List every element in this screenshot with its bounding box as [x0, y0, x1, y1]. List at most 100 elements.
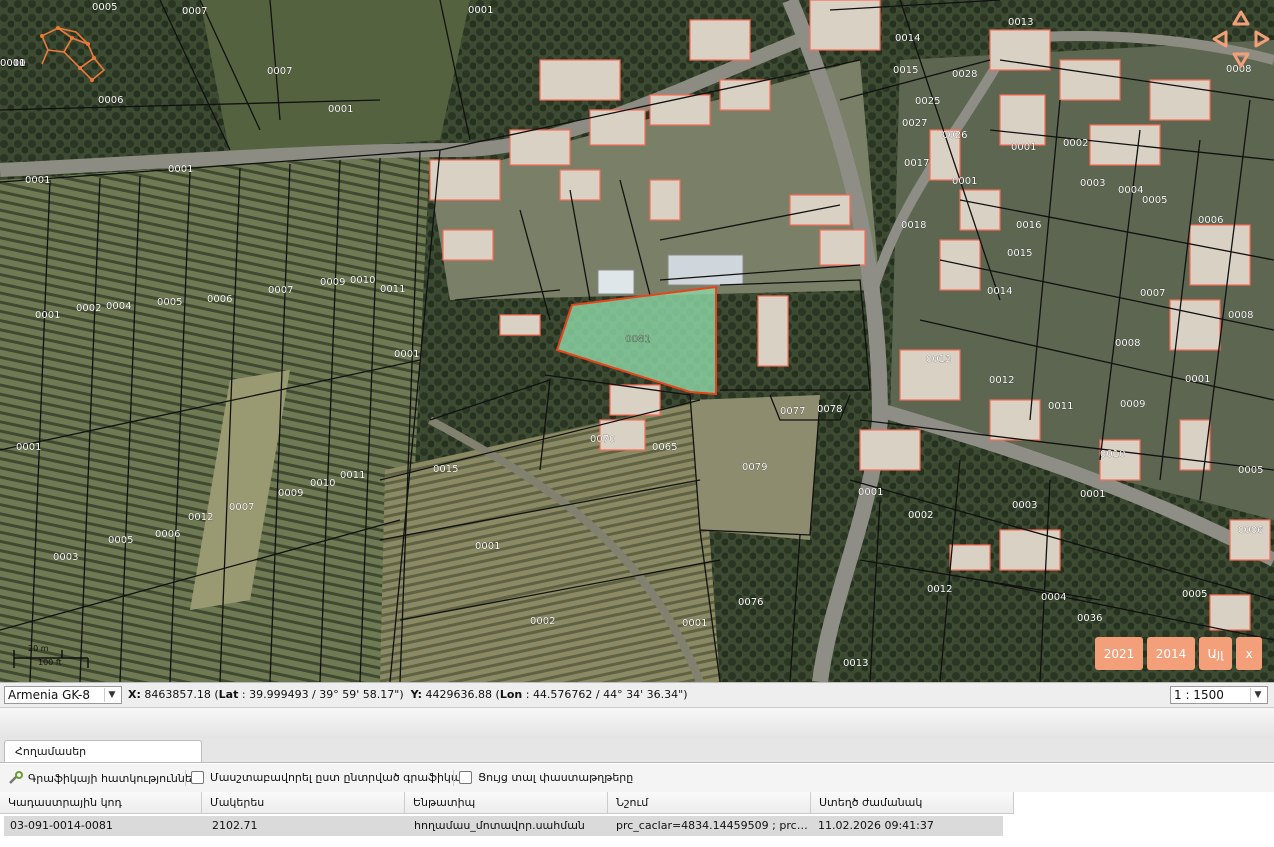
chevron-down-icon: ▼	[104, 688, 119, 702]
pan-arrows-icon[interactable]	[1212, 10, 1270, 68]
parcel-label: 0028	[952, 69, 977, 80]
parcel-label: 0010	[350, 275, 375, 286]
parcel-label: 0012	[989, 375, 1014, 386]
parcel-label: 0001	[394, 349, 419, 360]
parcel-label: 0007	[1140, 288, 1165, 299]
parcel-label: 0070	[590, 434, 615, 445]
wrench-icon	[9, 771, 23, 784]
parcel-label: 0012	[188, 512, 213, 523]
show-documents-checkbox[interactable]	[459, 771, 472, 784]
column-header-area[interactable]: Մակերես	[202, 792, 405, 814]
zoom-to-selected-checkbox[interactable]	[191, 771, 204, 784]
parcel-label: 0015	[1007, 248, 1032, 259]
scale-top-label: 20 m	[28, 644, 49, 653]
parcel-label: 0004	[1041, 592, 1066, 603]
parcel-label: 0001	[0, 58, 25, 69]
scale-select[interactable]: 1 : 1500 ▼	[1170, 686, 1268, 704]
parcel-label: 0006	[1198, 215, 1223, 226]
parcel-label: 0008	[1115, 338, 1140, 349]
tab-parcels[interactable]: Հողամասեր	[4, 740, 202, 762]
parcel-label: 0008	[1228, 310, 1253, 321]
parcels-table: Կադաստրային կոդ Մակերես Ենթատիպ Նշում Ստ…	[0, 792, 1274, 847]
parcel-label: 0006	[1238, 525, 1263, 536]
cell-area: 2102.71	[212, 819, 258, 832]
parcel-label: 0018	[901, 220, 926, 231]
year-2014-button[interactable]: 2014	[1147, 637, 1195, 670]
parcel-label: 0001	[328, 104, 353, 115]
parcel-label: 0007	[182, 6, 207, 17]
selected-parcel-label: 0081	[625, 334, 650, 345]
coordinate-readout: X: 8463857.18 (Lat : 39.999493 / 39° 59'…	[128, 688, 688, 701]
parcel-label: 0001	[682, 618, 707, 629]
parcel-label: 0003	[1080, 178, 1105, 189]
graphics-properties-label: Գրաֆիկայի հատկություններ	[28, 771, 199, 785]
zoom-to-selected-label: Մասշտաբավորել ըստ ընտրված գրաֆիկայի	[210, 771, 472, 784]
projection-select[interactable]: Armenia GK-8 ▼	[4, 686, 122, 704]
parcel-label: 0010	[310, 478, 335, 489]
parcel-label: 0007	[229, 502, 254, 513]
parcel-label: 0005	[108, 535, 133, 546]
parcel-label: 0001	[858, 487, 883, 498]
other-years-button[interactable]: Այլ	[1199, 637, 1232, 670]
parcel-label: 0065	[652, 442, 677, 453]
parcel-label: 0005	[1238, 465, 1263, 476]
parcel-label: 0005	[157, 297, 182, 308]
parcel-label: 0009	[278, 488, 303, 499]
parcel-label: 0011	[340, 470, 365, 481]
parcel-label: 0001	[168, 164, 193, 175]
status-bar: Armenia GK-8 ▼ X: 8463857.18 (Lat : 39.9…	[0, 682, 1274, 708]
show-documents-toggle[interactable]: Ցույց տալ փաստաթղթերը	[459, 771, 633, 784]
parcel-label: 0001	[468, 5, 493, 16]
parcel-label: 0078	[817, 404, 842, 415]
parcel-label: 0001	[475, 541, 500, 552]
parcel-label: 0025	[915, 96, 940, 107]
year-2021-button[interactable]: 2021	[1095, 637, 1143, 670]
parcel-label: 0036	[1077, 613, 1102, 624]
cell-note: prc_caclar=4834.14459509 ; prc_per...	[616, 819, 810, 832]
parcel-label: 0015	[893, 65, 918, 76]
map-view[interactable]: 0081 0005 0007 0001 0006 0007 0003 0004 0005 000…	[0, 0, 1274, 682]
column-header-subtype[interactable]: Ենթատիպ	[405, 792, 608, 814]
parcel-label: 0005	[1142, 195, 1167, 206]
projection-value: Armenia GK-8	[8, 688, 90, 702]
scale-bar: 20 m 100 ft	[12, 642, 92, 672]
parcel-label: 0076	[738, 597, 763, 608]
toolbar-divider	[453, 770, 454, 786]
parcel-label: 0001	[952, 176, 977, 187]
parcel-label: 0011	[1048, 401, 1073, 412]
parcel-label: 0015	[433, 464, 458, 475]
panel-splitter[interactable]	[0, 708, 1274, 738]
zoom-to-selected-toggle[interactable]: Մասշտաբավորել ըստ ընտրված գրաֆիկայի	[191, 771, 472, 784]
graphics-properties-button[interactable]: Գրաֆիկայի հատկություններ	[8, 771, 199, 785]
toolbar-divider	[185, 770, 186, 786]
parcel-label: 0007	[268, 285, 293, 296]
close-years-button[interactable]: x	[1236, 637, 1262, 670]
parcel-label: 0006	[207, 294, 232, 305]
parcel-label: 0010	[1100, 449, 1125, 460]
parcel-label: 0013	[843, 658, 868, 669]
cell-subtype: հողամաս_մոտավոր.սահման	[414, 819, 585, 832]
parcel-label: 0002	[908, 510, 933, 521]
column-header-cadastral-code[interactable]: Կադաստրային կոդ	[0, 792, 202, 814]
parcel-label: 0016	[1016, 220, 1041, 231]
cadastre-logo	[40, 26, 106, 82]
parcel-label: 0001	[1011, 142, 1036, 153]
parcel-label: 0002	[76, 303, 101, 314]
parcel-label: 0002	[1063, 138, 1088, 149]
column-header-note[interactable]: Նշում	[608, 792, 811, 814]
parcel-label: 0007	[267, 66, 292, 77]
parcel-label: 0014	[987, 286, 1012, 297]
parcel-label: 0079	[742, 462, 767, 473]
parcel-label: 0001	[1185, 374, 1210, 385]
show-documents-label: Ցույց տալ փաստաթղթերը	[478, 771, 634, 784]
cell-cadastral-code: 03-091-0014-0081	[10, 819, 113, 832]
parcel-label: 0006	[98, 95, 123, 106]
parcel-label: 0001	[25, 175, 50, 186]
parcel-label: 0003	[1012, 500, 1037, 511]
parcel-label: 0011	[380, 284, 405, 295]
chevron-down-icon: ▼	[1250, 688, 1265, 702]
table-row[interactable]: 03-091-0014-0081 2102.71 հողամաս_մոտավոր…	[4, 816, 1003, 836]
parcel-label: 0013	[926, 354, 951, 365]
parcel-label: 0001	[35, 310, 60, 321]
column-header-created[interactable]: Ստեղծ ժամանակ	[811, 792, 1014, 814]
